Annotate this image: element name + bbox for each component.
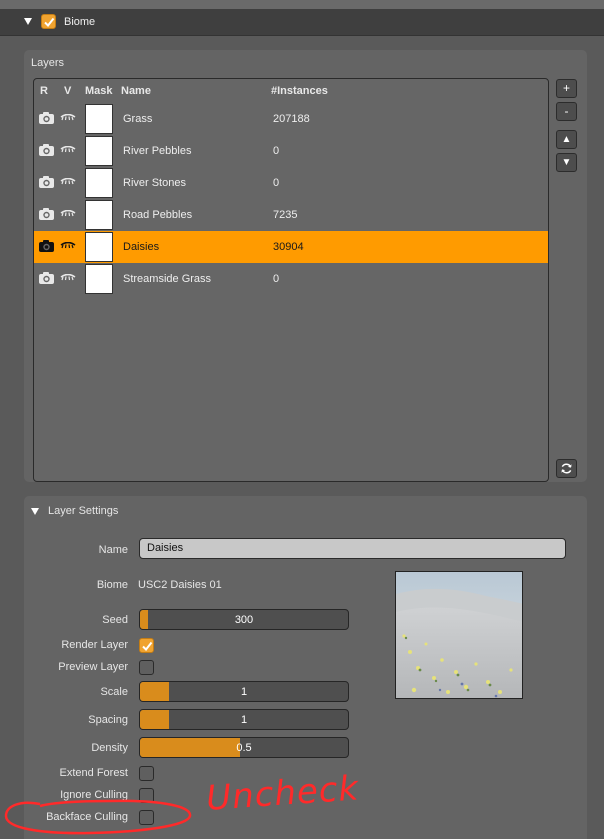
layer-name: Streamside Grass: [123, 273, 212, 285]
column-header-v[interactable]: V: [64, 85, 71, 97]
layer-instances: 0: [273, 145, 280, 157]
ignore-culling-checkbox[interactable]: [139, 788, 154, 803]
mask-thumbnail[interactable]: [85, 264, 113, 294]
table-row[interactable]: Streamside Grass 0: [34, 263, 548, 295]
camera-icon[interactable]: [38, 207, 55, 221]
add-layer-button[interactable]: +: [556, 79, 577, 98]
layer-instances: 0: [273, 177, 280, 189]
biome-enable-checkbox[interactable]: [41, 14, 56, 29]
layers-table: R V Mask Name #Instances Grass 207188 Rive…: [33, 78, 549, 482]
camera-icon[interactable]: [38, 111, 55, 125]
top-strip: [0, 0, 604, 9]
biome-section-header[interactable]: Biome: [0, 9, 604, 36]
extend-forest-checkbox[interactable]: [139, 766, 154, 781]
density-value: 0.5: [236, 742, 252, 754]
spacing-value: 1: [240, 714, 248, 726]
biome-value: USC2 Daisies 01: [138, 579, 222, 591]
extend-forest-label: Extend Forest: [59, 767, 128, 779]
column-header-instances[interactable]: #Instances: [271, 85, 328, 97]
eye-icon[interactable]: [60, 114, 76, 122]
table-row[interactable]: River Stones 0: [34, 167, 548, 199]
table-row[interactable]: Road Pebbles 7235: [34, 199, 548, 231]
render-layer-checkbox[interactable]: [139, 638, 154, 653]
layer-instances: 207188: [273, 113, 310, 125]
table-row[interactable]: Grass 207188: [34, 103, 548, 135]
density-slider[interactable]: 0.5: [139, 737, 349, 758]
biome-title: Biome: [64, 16, 96, 28]
collapse-triangle-icon[interactable]: [24, 18, 32, 25]
table-row[interactable]: River Pebbles 0: [34, 135, 548, 167]
refresh-button[interactable]: [556, 459, 577, 478]
column-header-mask[interactable]: Mask: [85, 85, 113, 97]
biome-label: Biome: [96, 579, 128, 591]
seed-slider[interactable]: 300: [139, 609, 349, 630]
biome-preview-image: [395, 571, 523, 699]
layer-name: River Stones: [123, 177, 186, 189]
layer-name: Grass: [123, 113, 153, 125]
seed-value: 300: [234, 614, 254, 626]
layer-name: Road Pebbles: [123, 209, 193, 221]
mask-thumbnail[interactable]: [85, 104, 113, 134]
camera-icon[interactable]: [38, 239, 55, 253]
move-down-button[interactable]: ▼: [556, 153, 577, 172]
scale-slider[interactable]: 1: [139, 681, 349, 702]
eye-icon[interactable]: [60, 210, 76, 218]
eye-icon[interactable]: [60, 178, 76, 186]
column-header-name[interactable]: Name: [121, 85, 151, 97]
layers-panel: Layers R V Mask Name #Instances Grass 207…: [24, 50, 587, 482]
eye-icon[interactable]: [60, 146, 76, 154]
layer-instances: 7235: [273, 209, 298, 221]
ignore-culling-label: Ignore Culling: [60, 789, 128, 801]
name-input[interactable]: Daisies: [139, 538, 566, 559]
density-label: Density: [91, 742, 128, 754]
camera-icon[interactable]: [38, 271, 55, 285]
camera-icon[interactable]: [38, 143, 55, 157]
table-row[interactable]: Daisies 30904: [34, 231, 548, 263]
collapse-triangle-icon[interactable]: [31, 508, 39, 515]
move-up-button[interactable]: ▲: [556, 130, 577, 149]
preview-layer-checkbox[interactable]: [139, 660, 154, 675]
layer-settings-title: Layer Settings: [48, 505, 119, 517]
spacing-label: Spacing: [88, 714, 128, 726]
column-header-r[interactable]: R: [40, 85, 48, 97]
name-label: Name: [98, 544, 128, 556]
layer-name: River Pebbles: [123, 145, 192, 157]
eye-icon[interactable]: [60, 242, 76, 250]
refresh-icon: [561, 463, 572, 474]
remove-layer-button[interactable]: -: [556, 102, 577, 121]
spacing-slider[interactable]: 1: [139, 709, 349, 730]
layers-title: Layers: [31, 57, 65, 69]
preview-layer-label: Preview Layer: [58, 661, 128, 673]
layer-instances: 30904: [273, 241, 304, 253]
scale-label: Scale: [100, 686, 128, 698]
backface-culling-label: Backface Culling: [46, 811, 128, 823]
render-layer-label: Render Layer: [61, 639, 128, 651]
mask-thumbnail[interactable]: [85, 168, 113, 198]
mask-thumbnail[interactable]: [85, 136, 113, 166]
scale-value: 1: [240, 686, 248, 698]
mask-thumbnail[interactable]: [85, 200, 113, 230]
layer-instances: 0: [273, 273, 280, 285]
mask-thumbnail[interactable]: [85, 232, 113, 262]
seed-label: Seed: [102, 614, 128, 626]
backface-culling-checkbox[interactable]: [139, 810, 154, 825]
camera-icon[interactable]: [38, 175, 55, 189]
layer-name: Daisies: [123, 241, 160, 253]
eye-icon[interactable]: [60, 274, 76, 282]
